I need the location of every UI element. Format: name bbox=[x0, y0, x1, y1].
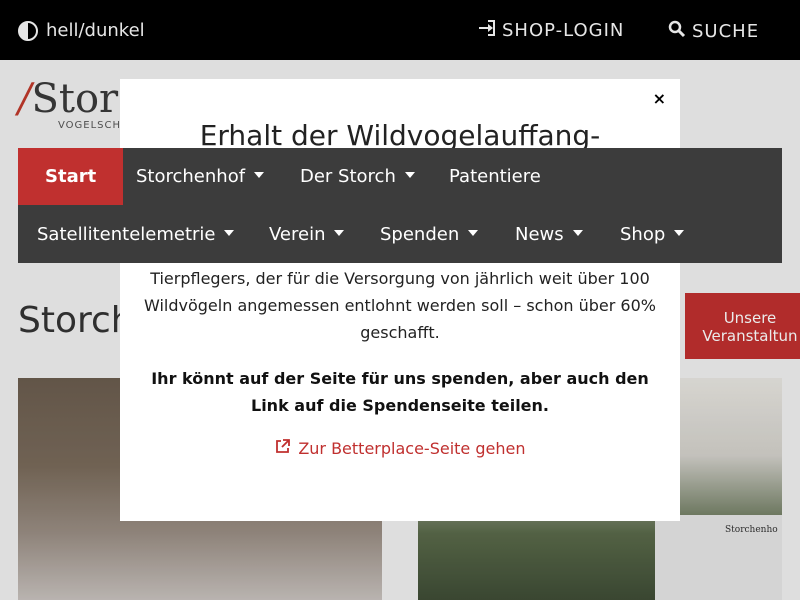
shop-login-link[interactable]: SHOP-LOGIN bbox=[478, 20, 624, 41]
search-icon bbox=[668, 20, 686, 43]
nav-item-patentiere[interactable]: Patentiere bbox=[449, 148, 541, 205]
nav-item-der-storch[interactable]: Der Storch bbox=[300, 148, 415, 205]
close-button[interactable]: × bbox=[653, 89, 666, 108]
nav-item-verein[interactable]: Verein bbox=[269, 206, 345, 263]
nav-item-label: Storchenhof bbox=[136, 166, 246, 187]
betterplace-link-label: Zur Betterplace-Seite gehen bbox=[298, 439, 526, 458]
nav-item-label: Shop bbox=[620, 224, 666, 245]
nav-item-label: Der Storch bbox=[300, 166, 396, 187]
nav-item-start[interactable]: Start bbox=[18, 148, 124, 205]
modal-description: Tierpflegers, der für die Versorgung von… bbox=[144, 269, 656, 342]
caret-down-icon bbox=[254, 172, 265, 178]
caret-down-icon bbox=[674, 230, 685, 236]
betterplace-link[interactable]: Zur Betterplace-Seite gehen bbox=[120, 439, 680, 458]
nav-item-spenden[interactable]: Spenden bbox=[380, 206, 479, 263]
nav-item-label: News bbox=[515, 224, 564, 245]
caret-down-icon bbox=[334, 230, 345, 236]
nav-item-label: Start bbox=[45, 166, 97, 187]
shop-login-label: SHOP-LOGIN bbox=[502, 20, 625, 41]
nav-item-label: Satellitentelemetrie bbox=[37, 224, 216, 245]
search-link[interactable]: SUCHE bbox=[668, 20, 759, 43]
theme-toggle[interactable]: hell/dunkel bbox=[18, 20, 145, 41]
modal-call-to-action: Ihr könnt auf der Seite für uns spenden,… bbox=[151, 369, 649, 415]
nav-item-shop[interactable]: Shop bbox=[620, 206, 685, 263]
caret-down-icon bbox=[404, 172, 415, 178]
nav-item-label: Patentiere bbox=[449, 166, 541, 187]
donation-modal: × Erhalt der Wildvogelauffang- Tierpfleg… bbox=[120, 79, 680, 521]
caret-down-icon bbox=[468, 230, 479, 236]
theme-toggle-label: hell/dunkel bbox=[46, 20, 145, 41]
nav-item-storchenhof[interactable]: Storchenhof bbox=[136, 148, 265, 205]
nav-item-label: Spenden bbox=[380, 224, 460, 245]
caret-down-icon bbox=[572, 230, 583, 236]
main-navigation: Start Storchenhof Der Storch Patentiere … bbox=[18, 148, 782, 263]
top-bar: hell/dunkel SHOP-LOGIN SUCHE bbox=[0, 0, 800, 60]
caret-down-icon bbox=[224, 230, 235, 236]
search-label: SUCHE bbox=[692, 21, 760, 42]
external-link-icon bbox=[275, 439, 295, 458]
nav-item-label: Verein bbox=[269, 224, 326, 245]
half-circle-icon bbox=[18, 20, 38, 41]
sign-in-icon bbox=[478, 20, 496, 41]
nav-item-satellitentelemetrie[interactable]: Satellitentelemetrie bbox=[37, 206, 235, 263]
nav-item-news[interactable]: News bbox=[515, 206, 583, 263]
